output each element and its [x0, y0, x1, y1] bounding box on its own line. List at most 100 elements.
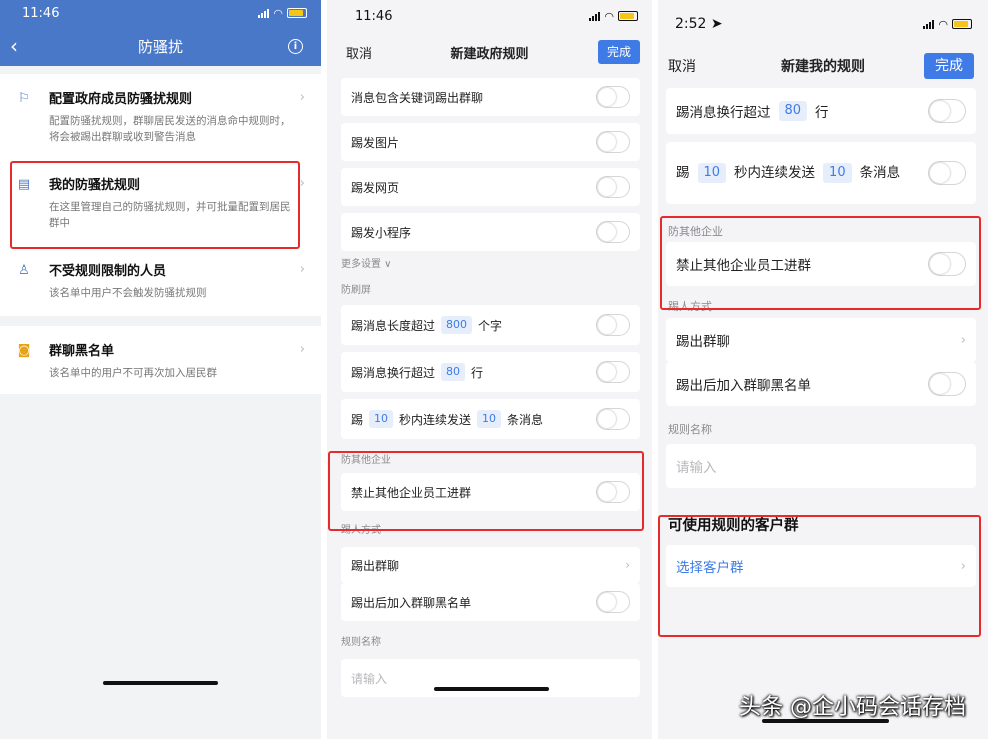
- wifi-icon: ◠: [938, 17, 948, 31]
- status-time: 11:46: [22, 5, 60, 21]
- block-other-enterprise-row: 禁止其他企业员工进群: [666, 242, 976, 286]
- row-label: 个字: [478, 318, 503, 333]
- section-other-enterprise: 防其他企业: [668, 225, 723, 238]
- burst-seconds-value[interactable]: 10: [697, 163, 727, 183]
- row-label: 踢消息长度超过: [351, 318, 436, 333]
- length-limit-toggle[interactable]: [596, 314, 630, 336]
- watermark: 头条 @企小码会话存档: [739, 695, 966, 720]
- row-label: 禁止其他企业员工进群: [676, 258, 811, 274]
- row-label: 行: [471, 365, 484, 380]
- chevron-right-icon: ›: [299, 90, 305, 105]
- rule-name-field[interactable]: 请输入: [341, 659, 640, 697]
- length-limit-row: 踢消息长度超过 800 个字: [341, 305, 640, 345]
- row-label: 踢出后加入群聊黑名单: [351, 595, 472, 610]
- kick-blacklist-toggle[interactable]: [596, 591, 630, 613]
- clipboard-icon: ▤: [17, 177, 31, 192]
- row-label: 踢出后加入群聊黑名单: [676, 378, 811, 394]
- row-label: 踢发小程序: [351, 225, 412, 240]
- burst-limit-toggle[interactable]: [928, 161, 966, 185]
- user-group-icon: ♙: [18, 263, 30, 278]
- length-value[interactable]: 800: [441, 316, 473, 334]
- group-blacklist-item[interactable]: ◙ 群聊黑名单 该名单中的用户不可再次加入居民群 ›: [0, 326, 321, 394]
- item-desc: 该名单中的用户不可再次加入居民群: [49, 367, 217, 379]
- item-desc: 在这里管理自己的防骚扰规则，并可批量配置到居民群中: [49, 201, 291, 229]
- new-my-rule-screen: 2:52 ➤ ◠ 取消 新建我的规则 完成 踢消息换行超过 80 行 踢 10 …: [658, 0, 988, 739]
- status-bar: 2:52 ➤ ◠: [658, 4, 988, 44]
- lines-value[interactable]: 80: [778, 101, 808, 121]
- done-button[interactable]: 完成: [598, 40, 640, 64]
- block-other-enterprise-toggle[interactable]: [596, 481, 630, 503]
- burst-count-value[interactable]: 10: [477, 410, 502, 428]
- chevron-right-icon: ›: [625, 558, 630, 572]
- webpage-kick-toggle[interactable]: [596, 176, 630, 198]
- done-button[interactable]: 完成: [924, 53, 974, 79]
- block-other-enterprise-toggle[interactable]: [928, 252, 966, 276]
- chevron-right-icon: ›: [299, 176, 305, 191]
- lines-value[interactable]: 80: [441, 363, 466, 381]
- chevron-right-icon: ›: [960, 332, 966, 348]
- kick-blacklist-row: 踢出后加入群聊黑名单: [341, 583, 640, 621]
- rule-name-placeholder: 请输入: [351, 671, 388, 686]
- row-label: 踢发图片: [351, 135, 400, 150]
- item-title: 不受规则限制的人员: [49, 264, 167, 279]
- media-rules: 消息包含关键词踢出群聊 踢发图片 踢发网页 踢发小程序: [327, 78, 652, 251]
- item-title: 群聊黑名单: [49, 344, 115, 359]
- my-rules-item[interactable]: ▤ 我的防骚扰规则 在这里管理自己的防骚扰规则，并可批量配置到居民群中 ›: [0, 160, 321, 246]
- exempt-users-item[interactable]: ♙ 不受规则限制的人员 该名单中用户不会触发防骚扰规则 ›: [0, 246, 321, 316]
- more-settings-toggle[interactable]: 更多设置 ∨: [327, 253, 652, 277]
- signal-icon: [258, 8, 270, 18]
- antiflood-rules: 踢消息长度超过 800 个字 踢消息换行超过 80 行 踢 10 秒内连续发送 …: [327, 305, 652, 439]
- keyword-kick-row: 消息包含关键词踢出群聊: [341, 78, 640, 116]
- keyword-kick-toggle[interactable]: [596, 86, 630, 108]
- blacklist-icon: ◙: [17, 343, 31, 358]
- back-icon[interactable]: ‹: [10, 34, 18, 58]
- home-indicator: [103, 681, 218, 685]
- row-label: 踢: [676, 164, 690, 181]
- battery-icon: [952, 19, 972, 29]
- shield-flag-icon: ⚐: [18, 91, 30, 106]
- rule-name-field[interactable]: 请输入: [666, 444, 976, 488]
- chevron-right-icon: ›: [960, 558, 966, 574]
- info-icon[interactable]: i: [288, 38, 303, 54]
- item-title: 配置政府成员防骚扰规则: [49, 92, 193, 107]
- battery-icon: [618, 11, 638, 21]
- burst-limit-toggle[interactable]: [596, 408, 630, 430]
- burst-seconds-value[interactable]: 10: [369, 410, 394, 428]
- line-limit-row: 踢消息换行超过 80 行: [666, 88, 976, 134]
- row-label: 条消息: [507, 412, 544, 427]
- nav-bar: ‹ 防骚扰 i: [0, 26, 321, 66]
- miniprogram-kick-toggle[interactable]: [596, 221, 630, 243]
- rules-group: ⚐ 配置政府成员防骚扰规则 配置防骚扰规则，群聊居民发送的消息命中规则时，将会被…: [0, 74, 321, 316]
- nav-bar: 取消 新建我的规则 完成: [658, 44, 988, 88]
- row-label: 禁止其他企业员工进群: [351, 485, 472, 500]
- status-time: 11:46: [355, 8, 393, 24]
- image-kick-row: 踢发图片: [341, 123, 640, 161]
- kick-out-row[interactable]: 踢出群聊 ›: [666, 318, 976, 362]
- row-label: 踢: [351, 412, 364, 427]
- signal-icon: [923, 19, 935, 29]
- row-label: 消息包含关键词踢出群聊: [351, 90, 484, 105]
- kick-blacklist-toggle[interactable]: [928, 372, 966, 396]
- cancel-button[interactable]: 取消: [346, 43, 372, 62]
- item-title: 我的防骚扰规则: [49, 178, 141, 193]
- miniprogram-kick-row: 踢发小程序: [341, 213, 640, 251]
- select-groups-row[interactable]: 选择客户群 ›: [666, 545, 976, 587]
- cancel-button[interactable]: 取消: [668, 56, 696, 76]
- gov-rules-item[interactable]: ⚐ 配置政府成员防骚扰规则 配置防骚扰规则，群聊居民发送的消息命中规则时，将会被…: [0, 74, 321, 160]
- row-label: 秒内连续发送: [399, 412, 472, 427]
- kick-blacklist-row: 踢出后加入群聊黑名单: [666, 362, 976, 406]
- image-kick-toggle[interactable]: [596, 131, 630, 153]
- line-limit-toggle[interactable]: [928, 99, 966, 123]
- kick-out-row[interactable]: 踢出群聊 ›: [341, 547, 640, 583]
- burst-count-value[interactable]: 10: [823, 163, 852, 183]
- status-bar: 11:46 ◠: [327, 0, 652, 32]
- rule-name-placeholder: 请输入: [676, 460, 717, 476]
- page-title: 防骚扰: [137, 37, 183, 56]
- home-indicator: [434, 687, 549, 691]
- line-limit-toggle[interactable]: [596, 361, 630, 383]
- blacklist-group: ◙ 群聊黑名单 该名单中的用户不可再次加入居民群 ›: [0, 326, 321, 394]
- battery-icon: [287, 8, 307, 18]
- item-desc: 配置防骚扰规则，群聊居民发送的消息命中规则时，将会被踢出群聊或收到警告消息: [49, 115, 291, 143]
- section-antiflood: 防刷屏: [341, 285, 371, 296]
- section-other-enterprise: 防其他企业: [341, 455, 391, 466]
